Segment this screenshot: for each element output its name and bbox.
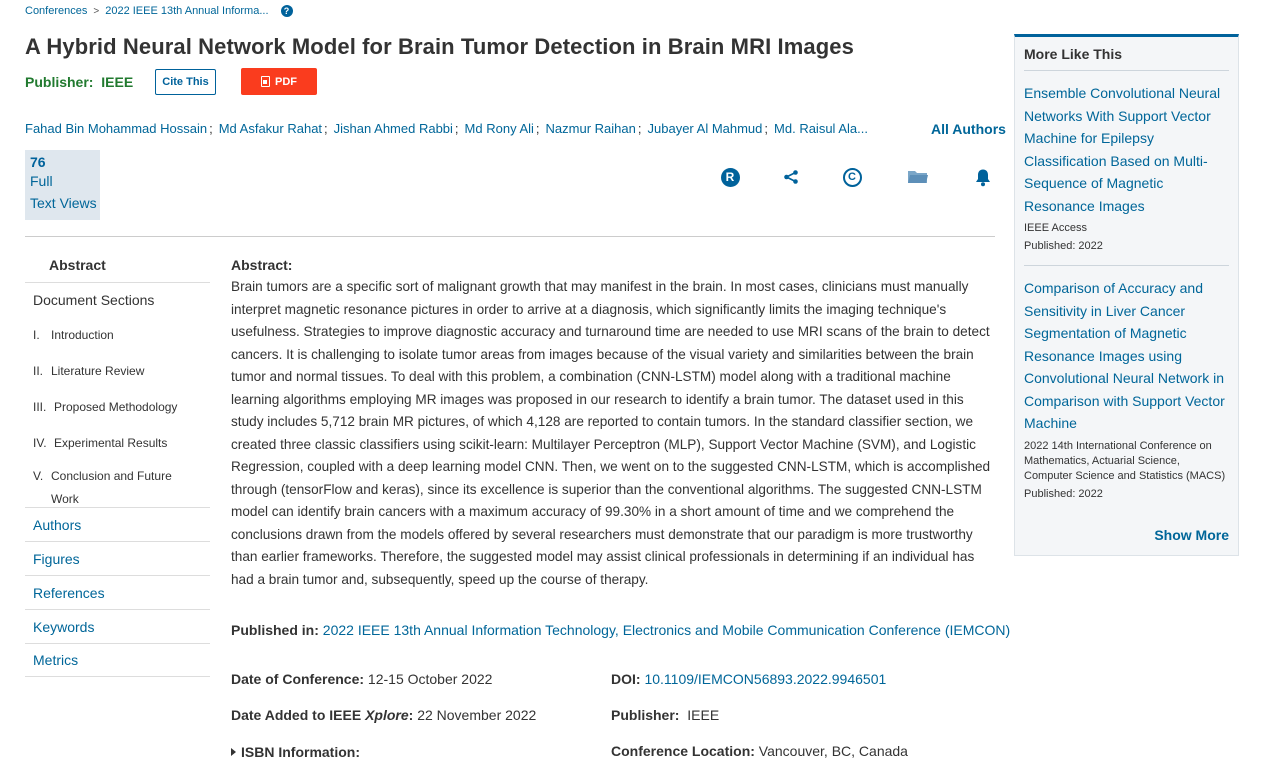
date-of-conference: Date of Conference: 12-15 October 2022 <box>231 671 492 687</box>
section-number: I. <box>33 328 40 342</box>
header-divider <box>25 236 995 237</box>
publisher-label: Publisher: IEEE <box>25 73 134 90</box>
doi-label: DOI: <box>611 671 641 687</box>
section-number: V. <box>33 469 44 483</box>
rights-icon[interactable]: R <box>719 166 741 188</box>
breadcrumb: Conferences > 2022 IEEE 13th Annual Info… <box>25 5 293 17</box>
abstract-section: Abstract: Brain tumors are a specific so… <box>231 257 991 591</box>
author-link[interactable]: Md Rony Ali <box>465 121 534 136</box>
published-in: Published in: 2022 IEEE 13th Annual Info… <box>231 622 1010 638</box>
share-icon[interactable] <box>780 166 802 188</box>
abstract-text: Brain tumors are a specific sort of mali… <box>231 279 991 587</box>
nav-metrics[interactable]: Metrics <box>25 643 210 677</box>
section-label: Introduction <box>51 328 114 342</box>
nav-document-sections[interactable]: Document Sections <box>25 282 210 317</box>
views-label-line1: Full <box>30 173 53 189</box>
related-article-venue: IEEE Access <box>1024 222 1087 234</box>
nav-keywords[interactable]: Keywords <box>25 609 210 643</box>
more-like-this-panel: More Like This Ensemble Convolutional Ne… <box>1014 34 1239 556</box>
published-in-link[interactable]: 2022 IEEE 13th Annual Information Techno… <box>323 622 1010 638</box>
date-added-label: Date Added to IEEE Xplore: <box>231 707 414 723</box>
date-added-value: 22 November 2022 <box>417 707 537 723</box>
bell-icon[interactable] <box>972 166 994 188</box>
meta-publisher: Publisher: IEEE <box>611 707 719 723</box>
date-of-conference-label: Date of Conference: <box>231 671 365 687</box>
full-text-views-box[interactable]: 76 Full Text Views <box>25 150 100 220</box>
conference-location-value: Vancouver, BC, Canada <box>758 743 908 759</box>
breadcrumb-conference[interactable]: 2022 IEEE 13th Annual Informa... <box>105 5 268 17</box>
author-link[interactable]: Nazmur Raihan <box>546 121 636 136</box>
show-more-link[interactable]: Show More <box>1154 527 1229 543</box>
folder-icon[interactable] <box>906 166 930 188</box>
section-number: II. <box>33 364 44 378</box>
author-link[interactable]: Jishan Ahmed Rabbi <box>334 121 453 136</box>
related-article-link[interactable]: Comparison of Accuracy and Sensitivity i… <box>1024 277 1229 435</box>
nav-abstract[interactable]: Abstract <box>25 250 210 282</box>
related-article-link[interactable]: Ensemble Convolutional Neural Networks W… <box>1024 82 1229 217</box>
cite-this-button[interactable]: Cite This <box>155 68 216 95</box>
pdf-icon <box>261 76 270 87</box>
nav-section-literature-review[interactable]: II. Literature Review <box>25 353 210 389</box>
section-label: Literature Review <box>51 364 145 378</box>
author-separator: ; <box>637 121 642 136</box>
section-label: Experimental Results <box>54 436 168 450</box>
section-label: Conclusion and Future Work <box>51 469 172 506</box>
nav-references[interactable]: References <box>25 575 210 609</box>
nav-authors[interactable]: Authors <box>25 507 210 541</box>
related-article: Comparison of Accuracy and Sensitivity i… <box>1024 266 1229 502</box>
breadcrumb-separator: > <box>93 5 100 17</box>
nav-section-introduction[interactable]: I. Introduction <box>25 317 210 353</box>
copyright-icon[interactable]: C <box>841 166 863 188</box>
author-list: Fahad Bin Mohammad Hossain; Md Asfakur R… <box>25 121 868 136</box>
author-separator: ; <box>535 121 540 136</box>
help-icon[interactable]: ? <box>280 5 293 17</box>
meta-publisher-value: IEEE <box>687 707 720 723</box>
views-count: 76 <box>30 154 46 170</box>
pdf-button-label: PDF <box>275 75 297 88</box>
caret-right-icon <box>231 748 236 756</box>
nav-section-conclusion[interactable]: V. Conclusion and Future Work <box>25 461 210 507</box>
author-link[interactable]: Md. Raisul Ala... <box>774 121 868 136</box>
published-in-label: Published in: <box>231 622 319 638</box>
nav-figures[interactable]: Figures <box>25 541 210 575</box>
section-number: IV. <box>33 436 47 450</box>
related-article-venue: 2022 14th International Conference on Ma… <box>1024 439 1226 482</box>
section-label: Proposed Methodology <box>54 400 178 414</box>
related-article: Ensemble Convolutional Neural Networks W… <box>1024 71 1229 254</box>
views-label-line2: Text Views <box>30 195 97 211</box>
author-separator: ; <box>209 121 213 136</box>
section-number: III. <box>33 400 47 414</box>
isbn-label: ISBN Information: <box>241 744 360 760</box>
conference-location-label: Conference Location: <box>611 743 755 759</box>
date-added: Date Added to IEEE Xplore: 22 November 2… <box>231 707 536 723</box>
author-link[interactable]: Fahad Bin Mohammad Hossain <box>25 121 207 136</box>
publisher-row: Publisher: IEEE Cite This PDF <box>25 68 317 95</box>
pdf-button[interactable]: PDF <box>241 68 317 95</box>
author-link[interactable]: Md Asfakur Rahat <box>219 121 322 136</box>
isbn-information-toggle[interactable]: ISBN Information: <box>231 744 360 760</box>
author-link[interactable]: Jubayer Al Mahmud <box>648 121 763 136</box>
breadcrumb-conferences[interactable]: Conferences <box>25 5 87 17</box>
related-article-date: Published: 2022 <box>1024 487 1103 500</box>
date-of-conference-value: 12-15 October 2022 <box>367 671 493 687</box>
meta-publisher-label: Publisher: <box>611 707 680 723</box>
author-separator: ; <box>764 121 769 136</box>
doi: DOI: 10.1109/IEMCON56893.2022.9946501 <box>611 671 886 687</box>
nav-section-experimental-results[interactable]: IV. Experimental Results <box>25 425 210 461</box>
conference-location: Conference Location: Vancouver, BC, Cana… <box>611 743 908 759</box>
abstract-heading: Abstract: <box>231 257 293 273</box>
page-title: A Hybrid Neural Network Model for Brain … <box>25 34 854 59</box>
author-separator: ; <box>324 121 328 136</box>
more-like-this-title: More Like This <box>1024 46 1229 71</box>
document-sidenav: Abstract Document Sections I. Introducti… <box>25 250 210 677</box>
doi-link[interactable]: 10.1109/IEMCON56893.2022.9946501 <box>644 671 886 687</box>
author-separator: ; <box>454 121 459 136</box>
nav-section-proposed-methodology[interactable]: III. Proposed Methodology <box>25 389 210 425</box>
all-authors-link[interactable]: All Authors <box>931 121 1006 137</box>
related-article-date: Published: 2022 <box>1024 240 1103 252</box>
